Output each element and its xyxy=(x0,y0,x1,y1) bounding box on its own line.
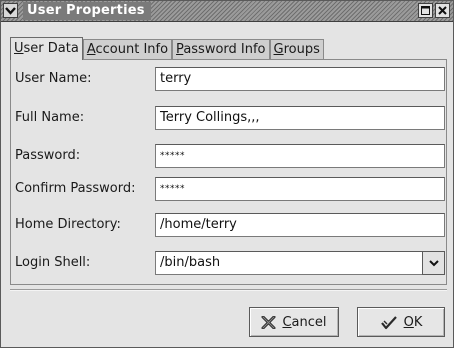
user-properties-window: User Properties User Data Account Info P… xyxy=(0,0,454,348)
login-shell-combo[interactable]: /bin/bash xyxy=(155,251,423,275)
ok-button[interactable]: OK xyxy=(357,307,445,337)
tab-mnemonic: G xyxy=(273,42,284,57)
maximize-icon xyxy=(421,6,430,15)
title-bar[interactable]: User Properties xyxy=(1,1,453,22)
checkmark-icon xyxy=(380,315,397,329)
tab-label: ser Data xyxy=(23,41,79,56)
login-shell-label: Login Shell: xyxy=(15,255,91,270)
tab-user-data[interactable]: User Data xyxy=(10,37,83,60)
cancel-label-rest: ancel xyxy=(291,314,327,330)
user-name-field[interactable]: terry xyxy=(155,67,445,91)
maximize-button[interactable] xyxy=(418,3,433,18)
tab-groups[interactable]: Groups xyxy=(269,39,324,59)
tab-label: ccount Info xyxy=(95,42,169,57)
button-separator xyxy=(10,289,447,291)
home-directory-field[interactable]: /home/terry xyxy=(155,213,445,237)
ok-mnemonic: O xyxy=(403,314,414,330)
tab-label: assword Info xyxy=(183,42,266,57)
window-title: User Properties xyxy=(23,2,151,20)
tab-mnemonic: U xyxy=(14,41,24,56)
close-icon xyxy=(438,6,447,15)
tab-label: roups xyxy=(283,42,320,57)
cancel-mnemonic: C xyxy=(282,314,292,330)
home-directory-label: Home Directory: xyxy=(15,217,121,232)
window-menu-button[interactable] xyxy=(3,3,18,18)
cancel-label: Cancel xyxy=(282,315,326,330)
full-name-field[interactable]: Terry Collings,,, xyxy=(155,106,445,130)
password-label: Password: xyxy=(15,148,81,163)
ok-label: OK xyxy=(404,315,423,330)
tab-password-info[interactable]: Password Info xyxy=(172,39,270,59)
password-field[interactable]: ***** xyxy=(155,144,445,168)
chevron-down-icon xyxy=(5,7,16,15)
ok-label-rest: K xyxy=(413,314,423,330)
cancel-button[interactable]: Cancel xyxy=(249,307,339,337)
chevron-down-icon xyxy=(428,260,439,267)
full-name-label: Full Name: xyxy=(15,110,85,125)
login-shell-dropdown-button[interactable] xyxy=(422,251,445,275)
tab-bar: User Data Account Info Password Info Gro… xyxy=(10,37,324,60)
close-button[interactable] xyxy=(435,3,450,18)
confirm-password-field[interactable]: ***** xyxy=(155,177,445,201)
cancel-x-icon xyxy=(261,315,276,329)
tab-account-info[interactable]: Account Info xyxy=(82,39,173,59)
confirm-password-label: Confirm Password: xyxy=(15,181,136,196)
user-name-label: User Name: xyxy=(15,71,92,86)
